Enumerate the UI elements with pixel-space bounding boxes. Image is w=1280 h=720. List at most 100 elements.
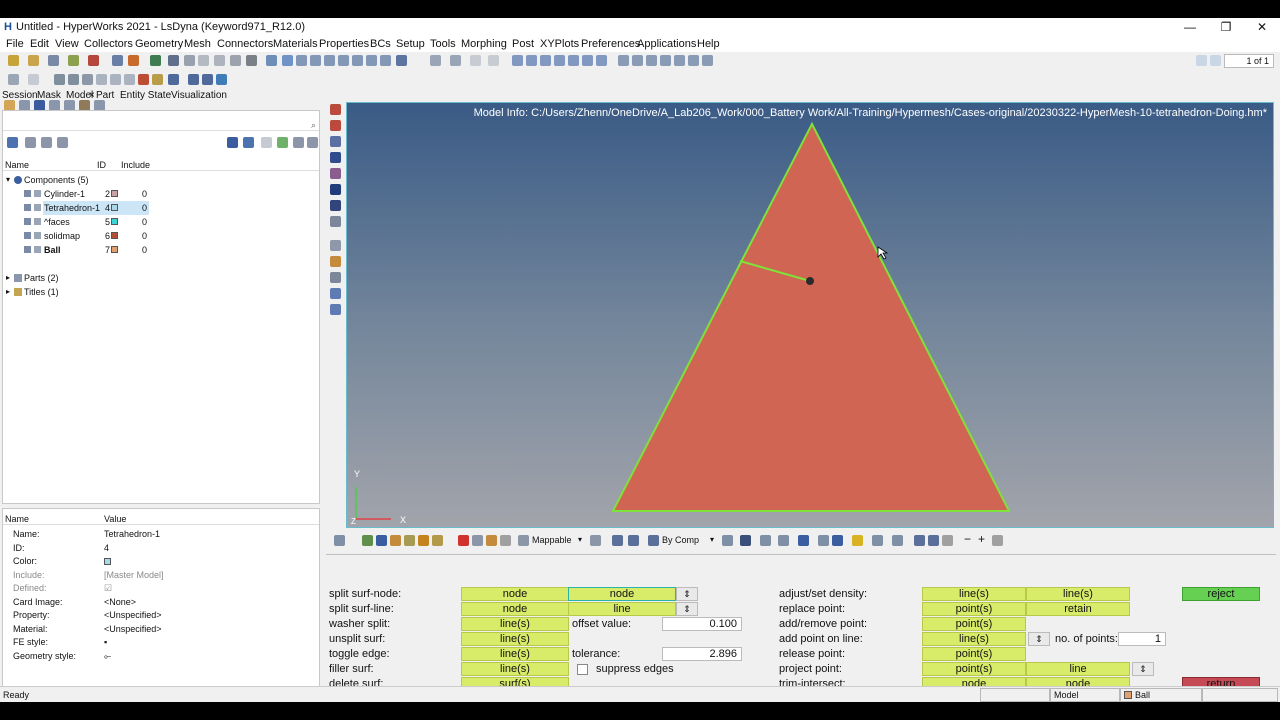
block-tool-icon[interactable]: [124, 74, 135, 85]
show-icon[interactable]: [25, 137, 36, 148]
solid-shade-icon[interactable]: [740, 535, 751, 546]
menu-properties[interactable]: Properties: [319, 37, 369, 51]
pan-icon[interactable]: [646, 55, 657, 66]
display-geom-icon[interactable]: [362, 535, 373, 546]
component-row[interactable]: solidmap 6 0: [3, 229, 319, 243]
rotate-left-icon[interactable]: [282, 55, 293, 66]
entity-selector-button[interactable]: line(s): [461, 662, 569, 676]
delete-icon[interactable]: [88, 55, 99, 66]
side-tool-7-icon[interactable]: [330, 200, 341, 211]
project-target-selector[interactable]: line: [1026, 662, 1130, 676]
menu-collectors[interactable]: Collectors: [84, 37, 133, 51]
entity-selector-button[interactable]: point(s): [922, 602, 1026, 616]
mappable-dropdown[interactable]: Mappable: [532, 534, 584, 546]
geom-color-icon[interactable]: [518, 535, 529, 546]
view-right-icon[interactable]: [338, 55, 349, 66]
component-row[interactable]: Ball 7 0: [3, 243, 319, 257]
undo-icon[interactable]: [8, 74, 19, 85]
organize-icon[interactable]: [112, 55, 123, 66]
line-style-icon[interactable]: [590, 535, 601, 546]
perspective-icon[interactable]: [526, 55, 537, 66]
component-name[interactable]: solidmap: [43, 229, 149, 243]
save-icon[interactable]: [68, 55, 79, 66]
tree-node-titles[interactable]: ▸ Titles (1): [3, 285, 319, 299]
menu-setup[interactable]: Setup: [396, 37, 425, 51]
graphics-viewport[interactable]: Model Info: C:/Users/Zhenn/OneDrive/A_La…: [346, 102, 1274, 528]
browser-search-bar[interactable]: ⌕: [3, 119, 319, 131]
refresh-icon[interactable]: [277, 137, 288, 148]
component-color-swatch[interactable]: [111, 246, 118, 253]
select-cursor-icon[interactable]: [261, 137, 272, 148]
tab-visualization[interactable]: Visualization: [171, 90, 227, 102]
entity-selector-button[interactable]: node: [461, 602, 569, 616]
side-tool-3-icon[interactable]: [330, 136, 341, 147]
undo-view-icon[interactable]: [992, 535, 1003, 546]
side-tool-10-icon[interactable]: [330, 256, 341, 267]
component-color-swatch[interactable]: [111, 204, 118, 211]
comp-color-icon[interactable]: [648, 535, 659, 546]
display-mode-icon[interactable]: [227, 137, 238, 148]
entity-selector-button[interactable]: line(s): [461, 632, 569, 646]
capture-icon[interactable]: [246, 55, 257, 66]
box-tool-icon[interactable]: [96, 74, 107, 85]
entity-selector-button[interactable]: point(s): [922, 647, 1026, 661]
calc-tool-icon[interactable]: [216, 74, 227, 85]
component-tool-icon[interactable]: [168, 74, 179, 85]
menu-connectors[interactable]: Connectors: [217, 37, 273, 51]
menu-mesh[interactable]: Mesh: [184, 37, 211, 51]
menu-bcs[interactable]: BCs: [370, 37, 391, 51]
entity-selector-button[interactable]: line(s): [922, 632, 1026, 646]
menu-geometry[interactable]: Geometry: [135, 37, 183, 51]
side-tool-4-icon[interactable]: [330, 152, 341, 163]
menu-edit[interactable]: Edit: [30, 37, 49, 51]
points-toggle[interactable]: ⇕: [1028, 632, 1050, 646]
property-value[interactable]: ▪: [104, 636, 107, 649]
measure-tool-icon[interactable]: [202, 74, 213, 85]
solid-style-icon[interactable]: [628, 535, 639, 546]
hide-icon[interactable]: [41, 137, 52, 148]
component-name[interactable]: Ball: [43, 243, 149, 257]
view-settings-icon[interactable]: [334, 535, 345, 546]
entity-selector-button[interactable]: point(s): [922, 617, 1026, 631]
rotate-icon[interactable]: [674, 55, 685, 66]
color-mode-icon[interactable]: [243, 137, 254, 148]
menu-materials[interactable]: Materials: [273, 37, 318, 51]
menu-tools[interactable]: Tools: [430, 37, 456, 51]
split-node-target-selector[interactable]: node: [568, 587, 676, 601]
visibility-icon[interactable]: [24, 246, 31, 253]
entity-type-icon[interactable]: [7, 137, 18, 148]
component-row[interactable]: ^faces 5 0: [3, 215, 319, 229]
options-icon[interactable]: [293, 137, 304, 148]
quality-tool-icon[interactable]: [152, 74, 163, 85]
paste-view-icon[interactable]: [450, 55, 461, 66]
status-current-comp[interactable]: Ball: [1120, 688, 1202, 702]
reset-icon[interactable]: [942, 535, 953, 546]
side-tool-5-icon[interactable]: [330, 168, 341, 179]
visibility-icon[interactable]: [24, 218, 31, 225]
sum-tool-icon[interactable]: [188, 74, 199, 85]
tree-node-parts[interactable]: ▸ Parts (2): [3, 271, 319, 285]
menu-view[interactable]: View: [55, 37, 79, 51]
line-tool-icon[interactable]: [54, 74, 65, 85]
close-button[interactable]: ✕: [1244, 18, 1280, 36]
favorite-icon[interactable]: [852, 535, 863, 546]
menu-post[interactable]: Post: [512, 37, 534, 51]
collapse-icon[interactable]: ▾: [6, 173, 10, 187]
component-color-swatch[interactable]: [111, 232, 118, 239]
page-back-icon[interactable]: [1196, 55, 1207, 66]
density-target-selector[interactable]: line(s): [1026, 587, 1130, 601]
lighting-icon[interactable]: [486, 535, 497, 546]
split-line-toggle[interactable]: ⇕: [676, 602, 698, 616]
transparency-icon[interactable]: [798, 535, 809, 546]
display-comps-icon[interactable]: [390, 535, 401, 546]
entity-selector-button[interactable]: node: [461, 587, 569, 601]
chevron-down-icon[interactable]: ▾: [710, 534, 714, 546]
view-a-icon[interactable]: [470, 55, 481, 66]
pin-icon[interactable]: [307, 137, 318, 148]
spin-icon[interactable]: [702, 55, 713, 66]
side-tool-1-icon[interactable]: [330, 104, 341, 115]
property-value[interactable]: [Master Model]: [104, 569, 164, 582]
ortho-icon[interactable]: [512, 55, 523, 66]
component-row[interactable]: Tetrahedron-1 4 0: [3, 201, 319, 215]
cylinder-tool-icon[interactable]: [82, 74, 93, 85]
